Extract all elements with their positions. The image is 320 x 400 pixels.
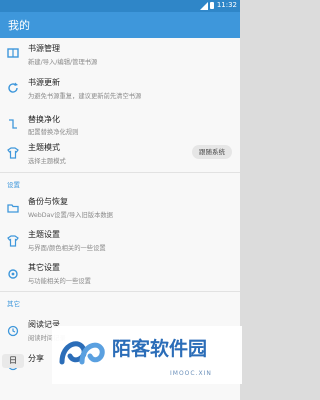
menu-item-subtitle: 新建/导入/编辑/管理书源 [28,59,98,66]
menu-item-subtitle: WebDav设置/导入旧版本数据 [28,212,113,219]
menu-item-subtitle: 与功能相关的一些设置 [28,278,91,285]
gear-icon [7,268,19,280]
section-header-settings: 设置 [7,181,20,189]
folder-icon [7,202,19,214]
menu-item-title: 书源管理 [28,44,60,53]
menu-item-theme-settings[interactable]: 主题设置 与界面/颜色相关的一些设置 [0,224,240,257]
status-bar: 11:32 [0,0,240,12]
watermark: 陌客软件园 IMOOC.XIN [52,326,242,384]
menu-item-title: 主题设置 [28,230,60,239]
bookshelf-icon [7,47,19,59]
section-divider [0,291,240,292]
menu-item-title: 其它设置 [28,263,60,272]
status-time: 11:32 [216,1,237,9]
menu-item-subtitle: 配置替换净化规则 [28,129,79,136]
theme-mode-select[interactable]: 跟随系统 [192,145,232,159]
watermark-text: 陌客软件园 [112,338,208,360]
watermark-logo-icon [59,341,105,365]
menu-item-subtitle: 选择主题模式 [28,158,66,165]
app-bar: 我的 [0,12,240,38]
shirt-icon [7,147,19,159]
section-divider [0,172,240,173]
menu-item-title: 分享 [28,354,44,363]
menu-item-title: 替换净化 [28,115,60,124]
clock-icon [7,325,19,337]
menu-item-subtitle: 与界面/颜色相关的一些设置 [28,245,106,252]
menu-item-subtitle: 为避免书源重复，建议更新前先清空书源 [28,93,142,100]
watermark-url: IMOOC.XIN [170,370,212,377]
bottom-action-button[interactable]: 日 [2,354,24,368]
signal-icon [200,2,208,10]
refresh-icon [7,82,19,94]
menu-item-book-source-update[interactable]: 书源更新 为避免书源重复，建议更新前先清空书源 [0,72,240,106]
menu-item-title: 书源更新 [28,78,60,87]
section-header-other: 其它 [7,300,20,308]
menu-item-other-settings[interactable]: 其它设置 与功能相关的一些设置 [0,257,240,290]
menu-item-title: 备份与恢复 [28,197,68,206]
menu-item-book-source-manage[interactable]: 书源管理 新建/导入/编辑/管理书源 [0,38,240,72]
shirt-icon [7,235,19,247]
replace-icon [7,118,19,130]
page-title: 我的 [8,19,30,32]
menu-item-title: 主题模式 [28,143,60,152]
menu-item-backup-restore[interactable]: 备份与恢复 WebDav设置/导入旧版本数据 [0,191,240,224]
menu-item-replace-rules[interactable]: 替换净化 配置替换净化规则 [0,106,240,140]
battery-icon [210,2,214,9]
